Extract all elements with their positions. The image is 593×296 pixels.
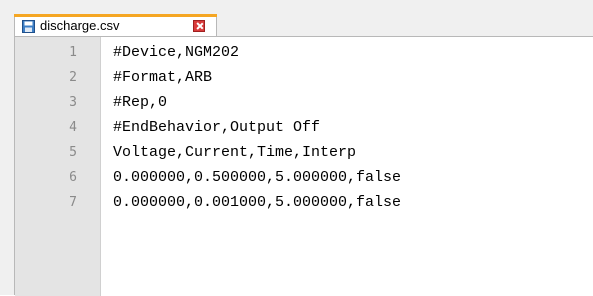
tab-discharge-csv[interactable]: discharge.csv <box>14 14 217 36</box>
code-line[interactable]: #EndBehavior,Output Off <box>113 120 320 136</box>
editor-window: discharge.csv 1 2 3 4 5 6 7 #Device,NGM2… <box>0 0 593 296</box>
line-number-gutter: 1 2 3 4 5 6 7 <box>15 37 101 296</box>
code-line[interactable]: 0.000000,0.500000,5.000000,false <box>113 170 401 186</box>
line-number: 5 <box>69 145 77 160</box>
save-disk-icon <box>22 20 35 33</box>
tab-label: discharge.csv <box>40 18 120 33</box>
code-line[interactable]: 0.000000,0.001000,5.000000,false <box>113 195 401 211</box>
code-line[interactable]: #Device,NGM202 <box>113 45 239 61</box>
tab-bar: discharge.csv <box>0 0 593 36</box>
active-tab-indicator <box>14 14 217 17</box>
line-number: 7 <box>69 195 77 210</box>
close-icon[interactable] <box>193 20 205 32</box>
code-line[interactable]: #Rep,0 <box>113 95 167 111</box>
line-number: 2 <box>69 70 77 85</box>
line-number: 6 <box>69 170 77 185</box>
line-number: 3 <box>69 95 77 110</box>
code-line[interactable]: Voltage,Current,Time,Interp <box>113 145 356 161</box>
line-number: 4 <box>69 120 77 135</box>
text-editor[interactable]: 1 2 3 4 5 6 7 #Device,NGM202 #Format,ARB… <box>14 36 593 296</box>
code-line[interactable]: #Format,ARB <box>113 70 212 86</box>
line-number: 1 <box>69 45 77 60</box>
